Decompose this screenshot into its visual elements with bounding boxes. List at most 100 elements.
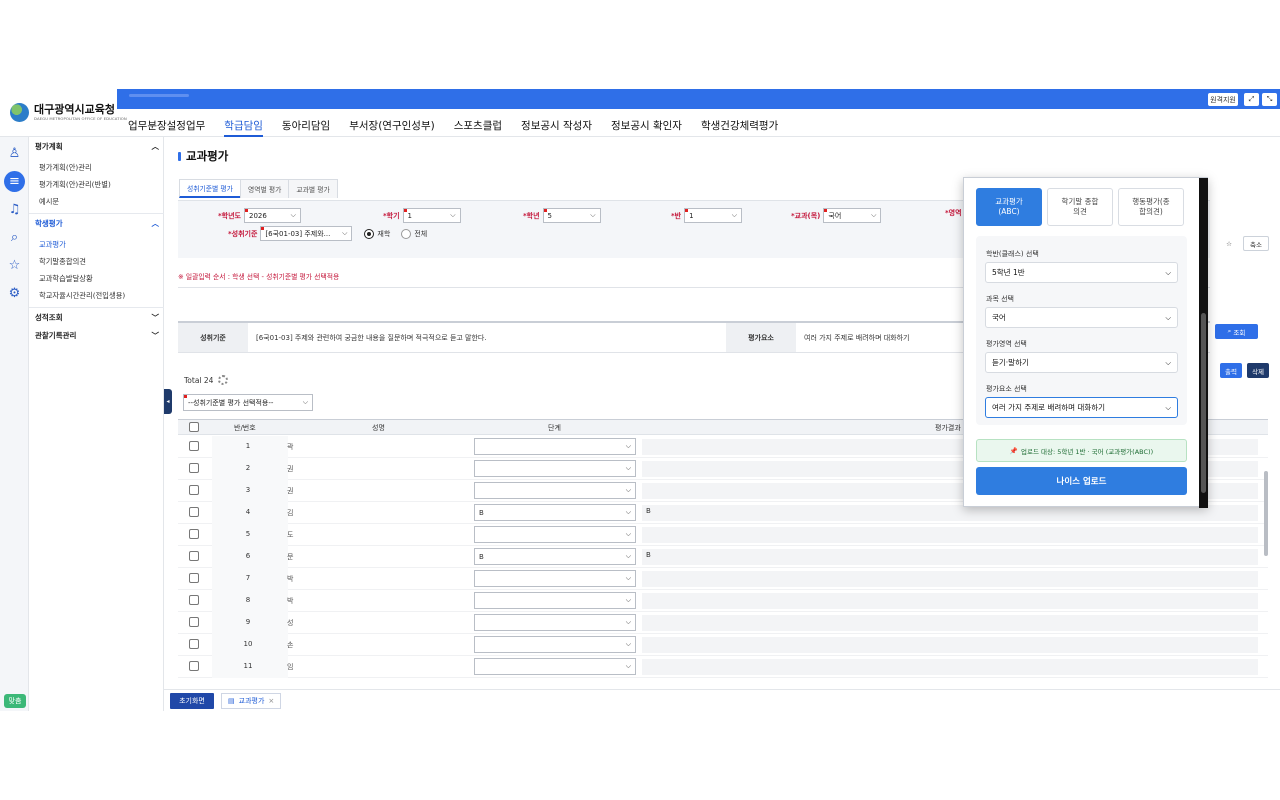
search-icon[interactable]: ⌕: [4, 227, 25, 248]
row-checkbox[interactable]: [189, 595, 199, 605]
logo[interactable]: 대구광역시교육청 DAEGU METROPOLITAN OFFICE OF ED…: [10, 103, 127, 122]
row-checkbox[interactable]: [189, 551, 199, 561]
row-level-select[interactable]: ⌵: [474, 526, 636, 543]
chevron-down-icon: ⌵: [302, 398, 308, 406]
row-level-select[interactable]: ⌵: [474, 614, 636, 631]
gnb-item[interactable]: 업무분장설정업무: [128, 118, 205, 137]
menu-group-grades[interactable]: 성적조회 ﹀: [35, 312, 159, 323]
delete-button[interactable]: 삭제: [1247, 363, 1269, 378]
neis-upload-button[interactable]: 나이스 업로드: [976, 467, 1187, 495]
row-checkbox[interactable]: [189, 529, 199, 539]
radio-enrolled[interactable]: 재학: [364, 228, 390, 239]
popup-class-select[interactable]: 5학년 1반 ⌵: [985, 262, 1178, 283]
gnb-item[interactable]: 정보공시 작성자: [521, 118, 592, 137]
row-checkbox[interactable]: [189, 485, 199, 495]
row-checkbox[interactable]: [189, 617, 199, 627]
chevron-up-icon: ︿: [151, 219, 160, 228]
gnb-item-active[interactable]: 학급담임: [224, 118, 263, 137]
popup-subject-select[interactable]: 국어 ⌵: [985, 307, 1178, 328]
grade-select[interactable]: 5 ⌵: [542, 208, 601, 223]
row-checkbox[interactable]: [189, 441, 199, 451]
menu-group-plan[interactable]: 평가계획 ︿: [35, 141, 159, 152]
gnb-item[interactable]: 동아리담임: [282, 118, 330, 137]
term-select[interactable]: 1 ⌵: [402, 208, 461, 223]
menu-item-active[interactable]: 교과평가: [39, 240, 66, 250]
menu-item[interactable]: 학교자율시간관리(전입생용): [39, 291, 125, 301]
tab-subject[interactable]: 교과별 평가: [288, 179, 338, 198]
gnb-item[interactable]: 정보공시 확인자: [611, 118, 682, 137]
row-checkbox[interactable]: [189, 463, 199, 473]
search-button[interactable]: ⌕ 조회: [1215, 324, 1258, 339]
row-level-select[interactable]: ⌵: [474, 658, 636, 675]
tab-area[interactable]: 영역별 평가: [239, 179, 290, 198]
menu-item[interactable]: 평가계획(안)관리(반별): [39, 180, 111, 190]
row-level-select[interactable]: B ⌵: [474, 504, 636, 521]
print-button[interactable]: 출력: [1220, 363, 1242, 378]
row-name: 박: [287, 575, 294, 583]
row-level-select[interactable]: ⌵: [474, 592, 636, 609]
person-icon[interactable]: ♙: [4, 143, 25, 164]
class-select[interactable]: 1 ⌵: [684, 208, 743, 223]
standard-select[interactable]: [6국01-03] 주제와... ⌵: [260, 226, 353, 241]
row-number: 5: [245, 530, 251, 538]
select-all-checkbox[interactable]: [189, 422, 199, 432]
tab-standard[interactable]: 성취기준별 평가: [179, 179, 241, 198]
popup-tab-opinion[interactable]: 학기말 종합 의견: [1047, 188, 1113, 226]
open-tab[interactable]: ▤ 교과평가 ×: [221, 693, 282, 709]
menu-group-observation[interactable]: 관찰기록관리 ﹀: [35, 330, 159, 341]
popup-tab-abc[interactable]: 교과평가 (ABC): [976, 188, 1042, 226]
row-level-select[interactable]: ⌵: [474, 460, 636, 477]
gnb-item[interactable]: 학생건강체력평가: [701, 118, 778, 137]
row-checkbox[interactable]: [189, 639, 199, 649]
popup-scrollbar[interactable]: [1199, 178, 1208, 508]
gnb-item[interactable]: 스포츠클럽: [454, 118, 502, 137]
row-level-select[interactable]: ⌵: [474, 482, 636, 499]
star-icon[interactable]: ☆: [1220, 236, 1238, 251]
element-select-label: 평가요소 선택: [986, 385, 1027, 393]
menu-item[interactable]: 교과학습발달상황: [39, 274, 93, 284]
menu-item[interactable]: 예시문: [39, 197, 59, 207]
row-level-select[interactable]: ⌵: [474, 438, 636, 455]
help-button[interactable]: 맞춤: [4, 694, 26, 708]
year-select[interactable]: 2026 ⌵: [243, 208, 301, 223]
standard-info-text: [6국01-03] 주제와 관련하여 궁금한 내용을 질문하며 적극적으로 듣고…: [256, 333, 487, 342]
star-icon[interactable]: ☆: [4, 255, 25, 276]
menu-group-evaluation[interactable]: 학생평가 ︿: [35, 218, 159, 229]
row-checkbox[interactable]: [189, 573, 199, 583]
settings-icon[interactable]: ⚙: [4, 283, 25, 304]
row-level-select[interactable]: ⌵: [474, 636, 636, 653]
home-button[interactable]: 초기화면: [170, 693, 214, 709]
popup-element-select[interactable]: 여러 가지 주제로 배려하며 대화하기 ⌵: [985, 397, 1178, 418]
menu-item[interactable]: 학기말종합의견: [39, 257, 86, 267]
gear-icon[interactable]: [218, 375, 229, 385]
popup-tab-behavior[interactable]: 행동평가(종 합의견): [1118, 188, 1184, 226]
bell-icon[interactable]: ♫: [4, 199, 25, 220]
row-checkbox[interactable]: [189, 507, 199, 517]
row-result-field: [642, 549, 1258, 565]
expand-icon[interactable]: ⤢: [1244, 93, 1259, 106]
close-icon[interactable]: ×: [268, 697, 274, 705]
col-no: 반/번호: [234, 424, 256, 432]
fullscreen-icon[interactable]: ⤡: [1262, 93, 1277, 106]
subject-select-label: 과목 선택: [986, 295, 1014, 303]
row-checkbox[interactable]: [189, 661, 199, 671]
remote-support-button[interactable]: 원격지원: [1208, 93, 1238, 106]
row-level-select[interactable]: ⌵: [474, 570, 636, 587]
grid-scrollbar[interactable]: [1262, 441, 1269, 685]
collapse-button[interactable]: 축소: [1243, 236, 1269, 251]
bulk-apply-select[interactable]: --성취기준별 평가 선택적용-- ⌵: [183, 394, 313, 411]
radio-all[interactable]: 전체: [401, 228, 427, 239]
subject-select[interactable]: 국어 ⌵: [823, 208, 882, 223]
chevron-down-icon: ⌵: [450, 211, 456, 219]
menu-icon[interactable]: ≡: [4, 171, 25, 192]
popup-area-select[interactable]: 듣기·말하기 ⌵: [985, 352, 1178, 373]
document-icon: ▤: [228, 697, 235, 705]
menu-item[interactable]: 평가계획(안)관리: [39, 163, 92, 173]
gnb-item[interactable]: 부서장(연구인성부): [349, 118, 434, 137]
chevron-down-icon: ⌵: [731, 211, 738, 219]
row-level-select[interactable]: B ⌵: [474, 548, 636, 565]
col-level: 단계: [548, 424, 561, 432]
row-result-field: [642, 505, 1258, 521]
table-row: 6 문 B B ⌵: [178, 546, 1268, 568]
logo-name: 대구광역시교육청: [34, 103, 115, 117]
